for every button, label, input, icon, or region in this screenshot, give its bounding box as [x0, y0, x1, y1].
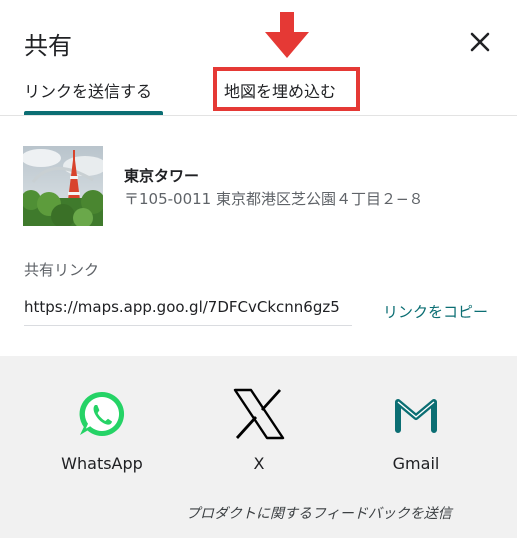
tokyo-tower-photo	[23, 146, 103, 226]
place-thumbnail	[23, 146, 103, 226]
dialog-title: 共有	[24, 32, 72, 60]
selected-tab-indicator	[24, 111, 163, 115]
x-icon	[233, 388, 285, 440]
dialog-header: 共有 リンクを送信する 地図を埋め込む	[0, 0, 517, 116]
send-feedback-link[interactable]: プロダクトに関するフィードバックを送信	[186, 503, 452, 523]
tab-embed-map[interactable]: 地図を埋め込む	[224, 78, 336, 102]
share-gmail-label: Gmail	[392, 454, 440, 473]
share-x-button[interactable]: X	[209, 388, 309, 473]
tab-send-link[interactable]: リンクを送信する	[24, 78, 152, 102]
place-name: 東京タワー	[124, 167, 200, 185]
close-icon[interactable]	[464, 26, 496, 58]
share-whatsapp-button[interactable]: WhatsApp	[52, 388, 152, 473]
copy-link-button[interactable]: リンクをコピー	[383, 301, 488, 322]
place-address: 〒105-0011 東京都港区芝公園４丁目２−８	[124, 190, 424, 208]
share-whatsapp-label: WhatsApp	[61, 454, 143, 473]
share-gmail-button[interactable]: Gmail	[366, 388, 466, 473]
annotation-arrow-icon	[265, 12, 309, 58]
share-link-field[interactable]: https://maps.app.goo.gl/7DFCvCkcnn6gz5	[24, 298, 352, 326]
whatsapp-icon	[79, 391, 125, 436]
gmail-icon	[395, 399, 437, 433]
share-x-label: X	[253, 454, 265, 473]
share-link-label: 共有リンク	[24, 261, 100, 279]
